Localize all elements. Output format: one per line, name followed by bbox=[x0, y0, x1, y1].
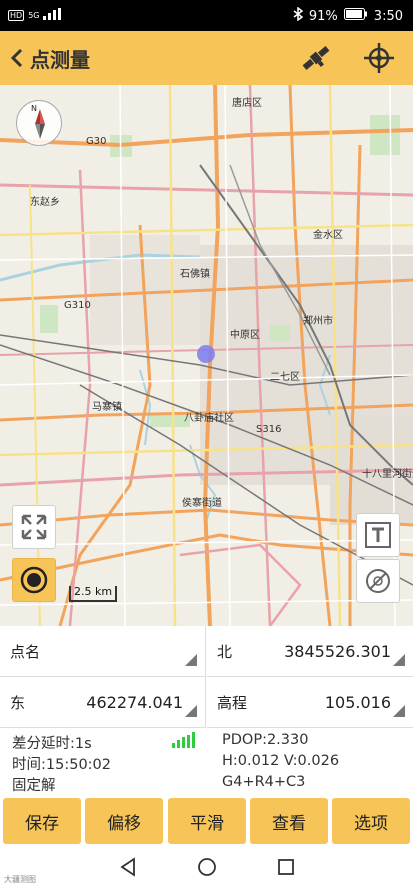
map-place-label: 二七区 bbox=[270, 372, 300, 383]
map-view[interactable]: N 唐店区石佛镇中原区 郑州市二七区马寨镇八卦庙社区侯寨街道 十八里河街道 东赵乡 G3… bbox=[0, 85, 413, 626]
diff-delay-text: 差分延时:1s bbox=[12, 736, 92, 752]
home-nav-button[interactable] bbox=[197, 857, 217, 881]
battery-icon bbox=[343, 8, 368, 24]
cell-signal-icon bbox=[43, 8, 62, 22]
map-place-label: 金水区 bbox=[313, 230, 343, 241]
view-button[interactable]: 查看 bbox=[250, 798, 328, 844]
chevron-left-icon bbox=[11, 48, 23, 68]
measurement-fields: 点名 北 3845526.301 东 462274.041 高程 105.016 bbox=[0, 626, 413, 728]
pdop-text: PDOP:2.330 bbox=[222, 732, 309, 748]
satellite-icon bbox=[302, 46, 330, 70]
elevation-value: 105.016 bbox=[324, 692, 391, 712]
save-button[interactable]: 保存 bbox=[3, 798, 81, 844]
network-label: 5G bbox=[28, 10, 40, 20]
no-route-button[interactable] bbox=[356, 559, 400, 603]
hv-precision-text: H:0.012 V:0.026 bbox=[222, 753, 340, 769]
north-field[interactable]: 北 3845526.301 bbox=[207, 626, 413, 677]
constellation-text: G4+R4+C3 bbox=[222, 774, 306, 790]
map-place-label: 东赵乡 bbox=[30, 197, 60, 208]
east-field[interactable]: 东 462274.041 bbox=[0, 677, 206, 728]
back-button[interactable] bbox=[4, 31, 30, 85]
back-nav-button[interactable] bbox=[119, 857, 137, 881]
elevation-label: 高程 bbox=[217, 693, 248, 712]
map-place-label: 十八里河街道 bbox=[362, 469, 413, 480]
fullscreen-button[interactable] bbox=[12, 505, 56, 549]
map-place-label: 中原区 bbox=[230, 330, 260, 341]
smooth-button[interactable]: 平滑 bbox=[168, 798, 246, 844]
dropdown-triangle-icon bbox=[185, 705, 197, 717]
point-name-field[interactable]: 点名 bbox=[0, 626, 206, 677]
record-icon bbox=[20, 566, 48, 594]
map-place-label: 八卦庙社区 bbox=[184, 413, 234, 424]
north-label: 北 bbox=[217, 642, 233, 661]
app-bar: 点测量 bbox=[0, 31, 413, 85]
text-label-button[interactable] bbox=[356, 513, 400, 557]
dropdown-triangle-icon bbox=[185, 654, 197, 666]
scale-bar: 2.5 km bbox=[69, 586, 117, 602]
elevation-field[interactable]: 高程 105.016 bbox=[207, 677, 413, 728]
page-title: 点测量 bbox=[30, 47, 90, 72]
map-place-label: 侯寨街道 bbox=[182, 498, 222, 509]
dropdown-triangle-icon bbox=[393, 654, 405, 666]
map-place-label: 马寨镇 bbox=[92, 402, 122, 413]
satellite-button[interactable] bbox=[298, 40, 334, 76]
map-place-label: S316 bbox=[256, 424, 282, 435]
locate-button[interactable] bbox=[12, 558, 56, 602]
offset-button[interactable]: 偏移 bbox=[85, 798, 163, 844]
status-bar: HD 5G 91% 3:50 bbox=[0, 0, 413, 31]
recents-nav-button[interactable] bbox=[277, 858, 295, 880]
signal-strength-icon bbox=[172, 732, 198, 752]
solution-status: 固定解 bbox=[12, 778, 56, 794]
map-place-label: 石佛镇 bbox=[180, 269, 210, 280]
point-name-label: 点名 bbox=[10, 642, 41, 661]
target-button[interactable] bbox=[361, 40, 397, 76]
circle-home-icon bbox=[197, 858, 216, 876]
clock: 3:50 bbox=[373, 8, 403, 24]
dropdown-triangle-icon bbox=[393, 705, 405, 717]
expand-icon bbox=[21, 514, 47, 540]
north-value: 3845526.301 bbox=[284, 641, 391, 661]
gnss-info-panel: 差分延时:1s PDOP:2.330 时间:15:50:02 H:0.012 V… bbox=[0, 728, 413, 796]
time-text: 时间:15:50:02 bbox=[12, 757, 112, 773]
bluetooth-icon bbox=[293, 6, 304, 25]
map-place-label: G310 bbox=[64, 300, 91, 311]
crosshair-icon bbox=[364, 43, 394, 73]
east-value: 462274.041 bbox=[86, 692, 183, 712]
triangle-back-icon bbox=[119, 857, 135, 877]
carrier-badge: HD bbox=[8, 9, 25, 21]
map-place-label: 郑州市 bbox=[303, 316, 333, 327]
map-place-label: 唐店区 bbox=[232, 98, 262, 109]
map-place-label: G30 bbox=[86, 136, 107, 147]
battery-percent: 91% bbox=[308, 8, 338, 24]
square-recents-icon bbox=[277, 859, 294, 875]
watermark: 大疆测图 bbox=[4, 875, 36, 884]
text-icon bbox=[365, 522, 391, 548]
system-nav-bar bbox=[0, 848, 413, 890]
east-label: 东 bbox=[10, 693, 26, 712]
action-bar: 保存 偏移 平滑 查看 选项 bbox=[0, 796, 413, 848]
svg-text:N: N bbox=[31, 104, 37, 113]
compass-icon[interactable]: N bbox=[16, 100, 62, 146]
options-button[interactable]: 选项 bbox=[332, 798, 410, 844]
no-entry-icon bbox=[366, 569, 390, 593]
map-roads bbox=[0, 85, 413, 626]
